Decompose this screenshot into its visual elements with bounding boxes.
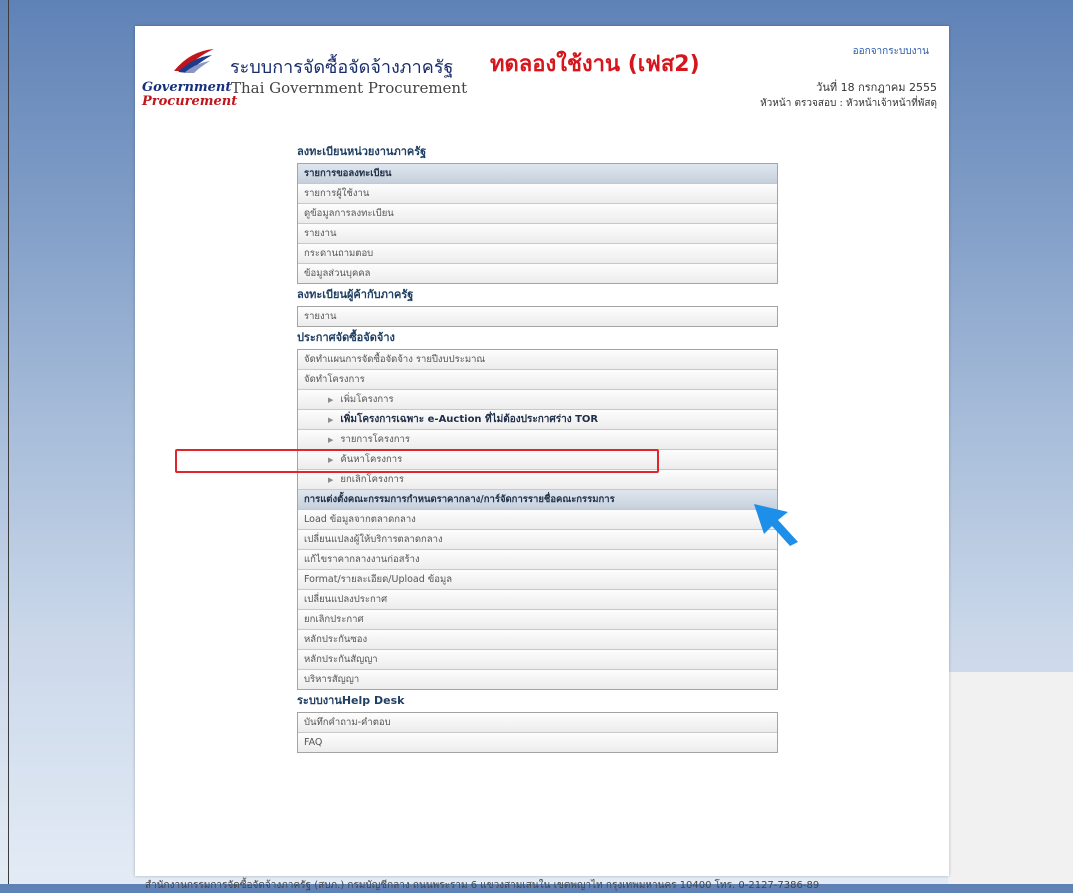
menu-item[interactable]: Format/รายละเอียด/Upload ข้อมูล: [298, 569, 777, 589]
menu-item-label: กระดานถามตอบ: [304, 248, 374, 259]
menu-item[interactable]: รายงาน: [298, 223, 777, 243]
left-border: [8, 0, 9, 884]
menu-box: รายงาน: [297, 306, 778, 327]
menu-item[interactable]: รายการผู้ใช้งาน: [298, 183, 777, 203]
menu-item[interactable]: ▶ รายการโครงการ: [298, 429, 777, 449]
menu-item[interactable]: บริหารสัญญา: [298, 669, 777, 689]
menu-item-label: Load ข้อมูลจากตลาดกลาง: [304, 514, 416, 525]
footer-text: สำนักงานกรรมการจัดซื้อจัดจ้างภาครัฐ (สบภ…: [145, 880, 820, 891]
menu-item-label: บันทึกคำถาม-คำตอบ: [304, 717, 391, 728]
menu-item[interactable]: ยกเลิกประกาศ: [298, 609, 777, 629]
logo-swoosh-icon: [174, 49, 214, 73]
menu-item[interactable]: บันทึกคำถาม-คำตอบ: [298, 713, 777, 732]
menu-item-label: เพิ่มโครงการ: [340, 394, 394, 405]
menu-item[interactable]: ▶ เพิ่มโครงการเฉพาะ e-Auction ที่ไม่ต้องป…: [298, 409, 777, 429]
user-info: หัวหน้า ตรวจสอบ : หัวหน้าเจ้าหน้าที่พัสด…: [760, 98, 937, 109]
menu-item-label: รายงาน: [304, 311, 337, 322]
menu-item-label: หลักประกันสัญญา: [304, 654, 378, 665]
menu-item-label: รายการโครงการ: [340, 434, 410, 445]
menu-item[interactable]: เปลี่ยนแปลงประกาศ: [298, 589, 777, 609]
menu-item[interactable]: Load ข้อมูลจากตลาดกลาง: [298, 509, 777, 529]
triangle-right-icon: ▶: [328, 396, 334, 404]
logout-link[interactable]: ออกจากระบบงาน: [853, 44, 929, 59]
menu-item-label: จัดทำโครงการ: [304, 374, 365, 385]
menu-item[interactable]: แก้ไขราคากลางงานก่อสร้าง: [298, 549, 777, 569]
menu-item-label: เพิ่มโครงการเฉพาะ e-Auction ที่ไม่ต้องปร…: [340, 414, 599, 425]
menu-item-label: บริหารสัญญา: [304, 674, 360, 685]
government-procurement-logo: Government Procurement: [142, 47, 237, 109]
menu-item[interactable]: จัดทำโครงการ: [298, 369, 777, 389]
menu-item-label: ยกเลิกประกาศ: [304, 614, 364, 625]
menu-item-label: หลักประกันซอง: [304, 634, 368, 645]
menu-item-label: ยกเลิกโครงการ: [340, 474, 404, 485]
menu-item-label: Format/รายละเอียด/Upload ข้อมูล: [304, 574, 453, 585]
system-title: ระบบการจัดซื้อจัดจ้างภาครัฐ: [230, 57, 454, 78]
section-title: ลงทะเบียนหน่วยงานภาครัฐ: [297, 145, 427, 158]
highlight-box: [175, 449, 659, 473]
menu-item[interactable]: หลักประกันสัญญา: [298, 649, 777, 669]
menu-item[interactable]: ▶ เพิ่มโครงการ: [298, 389, 777, 409]
pointer-arrow-icon: [754, 504, 798, 546]
triangle-right-icon: ▶: [328, 436, 334, 444]
logo-text-procurement: Procurement: [142, 94, 238, 109]
system-subtitle: Thai Government Procurement: [231, 79, 468, 97]
menu-item[interactable]: รายการขอลงทะเบียน: [298, 164, 777, 183]
menu-item[interactable]: จัดทำแผนการจัดซื้อจัดจ้าง รายปีงบประมาณ: [298, 350, 777, 369]
menu-item-label: ข้อมูลส่วนบุคคล: [304, 268, 371, 279]
menu-item-label: รายการขอลงทะเบียน: [304, 168, 392, 179]
menu-item-label: FAQ: [304, 737, 323, 748]
menu-item-label: จัดทำแผนการจัดซื้อจัดจ้าง รายปีงบประมาณ: [304, 354, 486, 365]
menu-item-label: เปลี่ยนแปลงประกาศ: [304, 594, 388, 605]
menu-item[interactable]: ดูข้อมูลการลงทะเบียน: [298, 203, 777, 223]
menu-item-label: แก้ไขราคากลางงานก่อสร้าง: [304, 554, 420, 565]
side-panel: [948, 672, 1073, 884]
menu-item-label: การแต่งตั้งคณะกรรมการกำหนดราคากลาง/การ์จ…: [304, 494, 615, 505]
menu-item[interactable]: การแต่งตั้งคณะกรรมการกำหนดราคากลาง/การ์จ…: [298, 489, 777, 509]
current-date: วันที่ 18 กรกฎาคม 2555: [816, 81, 937, 94]
triangle-right-icon: ▶: [328, 476, 334, 484]
menu-item-label: เปลี่ยนแปลงผู้ให้บริการตลาดกลาง: [304, 534, 443, 545]
menu-box: บันทึกคำถาม-คำตอบ FAQ: [297, 712, 778, 753]
menu-item[interactable]: เปลี่ยนแปลงผู้ให้บริการตลาดกลาง: [298, 529, 777, 549]
trial-phase-label: ทดลองใช้งาน (เฟส2): [490, 52, 700, 77]
menu-item-label: รายการผู้ใช้งาน: [304, 188, 370, 199]
menu-box: จัดทำแผนการจัดซื้อจัดจ้าง รายปีงบประมาณจ…: [297, 349, 778, 690]
menu-item[interactable]: FAQ: [298, 732, 777, 752]
main-menu: ลงทะเบียนหน่วยงานภาครัฐรายการขอลงทะเบียน…: [297, 141, 778, 753]
section-title: ระบบงานHelp Desk: [297, 694, 405, 707]
section-title: ลงทะเบียนผู้ค้ากับภาครัฐ: [297, 288, 414, 301]
menu-item[interactable]: หลักประกันซอง: [298, 629, 777, 649]
menu-item[interactable]: ข้อมูลส่วนบุคคล: [298, 263, 777, 283]
menu-item[interactable]: รายงาน: [298, 307, 777, 326]
logo-text-government: Government: [142, 80, 232, 95]
menu-item[interactable]: กระดานถามตอบ: [298, 243, 777, 263]
triangle-right-icon: ▶: [328, 416, 334, 424]
menu-item-label: ดูข้อมูลการลงทะเบียน: [304, 208, 394, 219]
menu-box: รายการขอลงทะเบียนรายการผู้ใช้งานดูข้อมูล…: [297, 163, 778, 284]
section-title: ประกาศจัดซื้อจัดจ้าง: [297, 331, 395, 344]
menu-item-label: รายงาน: [304, 228, 337, 239]
